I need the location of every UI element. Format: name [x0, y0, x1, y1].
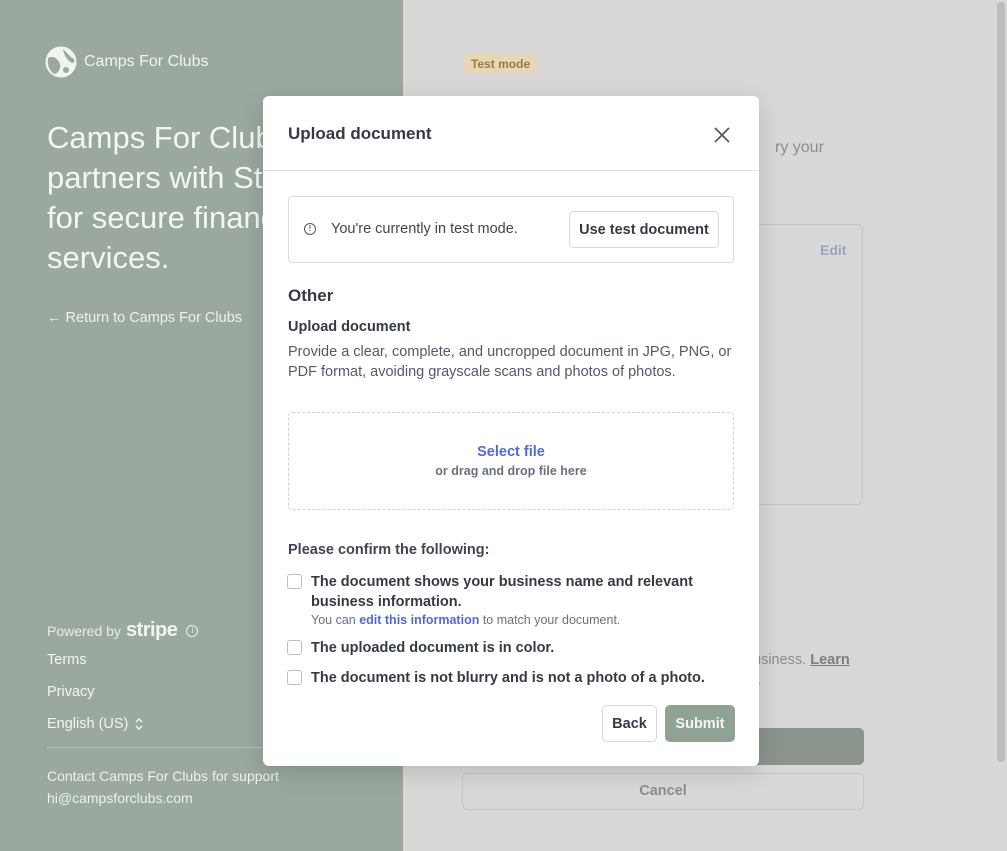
edit-information-link[interactable]: edit this information	[359, 613, 479, 627]
language-selector[interactable]: English (US)	[47, 716, 144, 732]
business-info-label: The document shows your business name an…	[311, 574, 693, 610]
info-icon: !	[304, 223, 316, 235]
check-label: The document shows your business name an…	[311, 572, 717, 628]
info-icon[interactable]: i	[186, 624, 199, 637]
learn-link[interactable]: Learn	[810, 652, 850, 668]
test-mode-notice: ! You're currently in test mode. Use tes…	[288, 196, 734, 263]
support-email[interactable]: hi@campsforclubs.com	[47, 787, 279, 809]
check-not-blurry: The document is not blurry and is not a …	[287, 668, 705, 688]
section-title: Other	[288, 286, 334, 305]
submit-button[interactable]: Submit	[665, 705, 735, 742]
confirm-title: Please confirm the following:	[288, 542, 490, 558]
upload-document-modal: Upload document ! You're currently in te…	[263, 96, 759, 766]
background-edit-link[interactable]: Edit	[820, 242, 846, 258]
drag-drop-hint: or drag and drop file here	[435, 464, 587, 478]
return-link[interactable]: ← Return to Camps For Clubs	[47, 310, 242, 326]
check-subtext-prefix: You can	[311, 613, 360, 627]
check-subtext-suffix: to match your document.	[479, 613, 621, 627]
in-color-label: The uploaded document is in color.	[311, 640, 555, 656]
brand-name: Camps For Clubs	[84, 53, 209, 70]
powered-by[interactable]: Powered by stripe i	[47, 619, 199, 642]
background-cancel-button[interactable]: Cancel	[462, 773, 864, 810]
test-mode-text: You're currently in test mode.	[331, 221, 518, 237]
file-dropzone[interactable]: Select file or drag and drop file here	[288, 412, 734, 510]
modal-header: Upload document	[263, 96, 759, 171]
upload-label: Upload document	[288, 319, 411, 335]
background-text-part: usiness.	[753, 652, 807, 668]
brand-logo-icon	[45, 46, 77, 78]
check-subtext: You can edit this information to match y…	[311, 612, 717, 628]
background-partial-text: ry your	[775, 139, 824, 156]
close-icon[interactable]	[710, 123, 734, 147]
background-text: usiness. Learn t.	[753, 650, 953, 690]
not-blurry-checkbox[interactable]	[287, 670, 302, 685]
modal-title: Upload document	[288, 124, 432, 143]
scrollbar[interactable]	[997, 2, 1005, 762]
upload-description: Provide a clear, complete, and uncropped…	[288, 344, 732, 380]
privacy-link[interactable]: Privacy	[47, 684, 95, 700]
not-blurry-label: The document is not blurry and is not a …	[311, 670, 705, 686]
use-test-document-button[interactable]: Use test document	[569, 211, 719, 248]
back-button[interactable]: Back	[602, 705, 657, 742]
brand-header: Camps For Clubs	[45, 46, 208, 78]
stripe-logo: stripe	[125, 619, 178, 641]
support-info: Contact Camps For Clubs for support hi@c…	[47, 765, 279, 809]
business-info-checkbox[interactable]	[287, 574, 302, 589]
check-business-info: The document shows your business name an…	[287, 572, 717, 628]
powered-by-label: Powered by	[47, 622, 121, 639]
select-file-link[interactable]: Select file	[289, 444, 733, 460]
support-line: Contact Camps For Clubs for support	[47, 768, 279, 784]
test-mode-badge: Test mode	[463, 54, 539, 74]
chevron-up-down-icon	[135, 718, 143, 730]
check-in-color: The uploaded document is in color.	[287, 638, 554, 658]
language-label: English (US)	[47, 716, 129, 732]
in-color-checkbox[interactable]	[287, 640, 302, 655]
terms-link[interactable]: Terms	[47, 652, 86, 668]
